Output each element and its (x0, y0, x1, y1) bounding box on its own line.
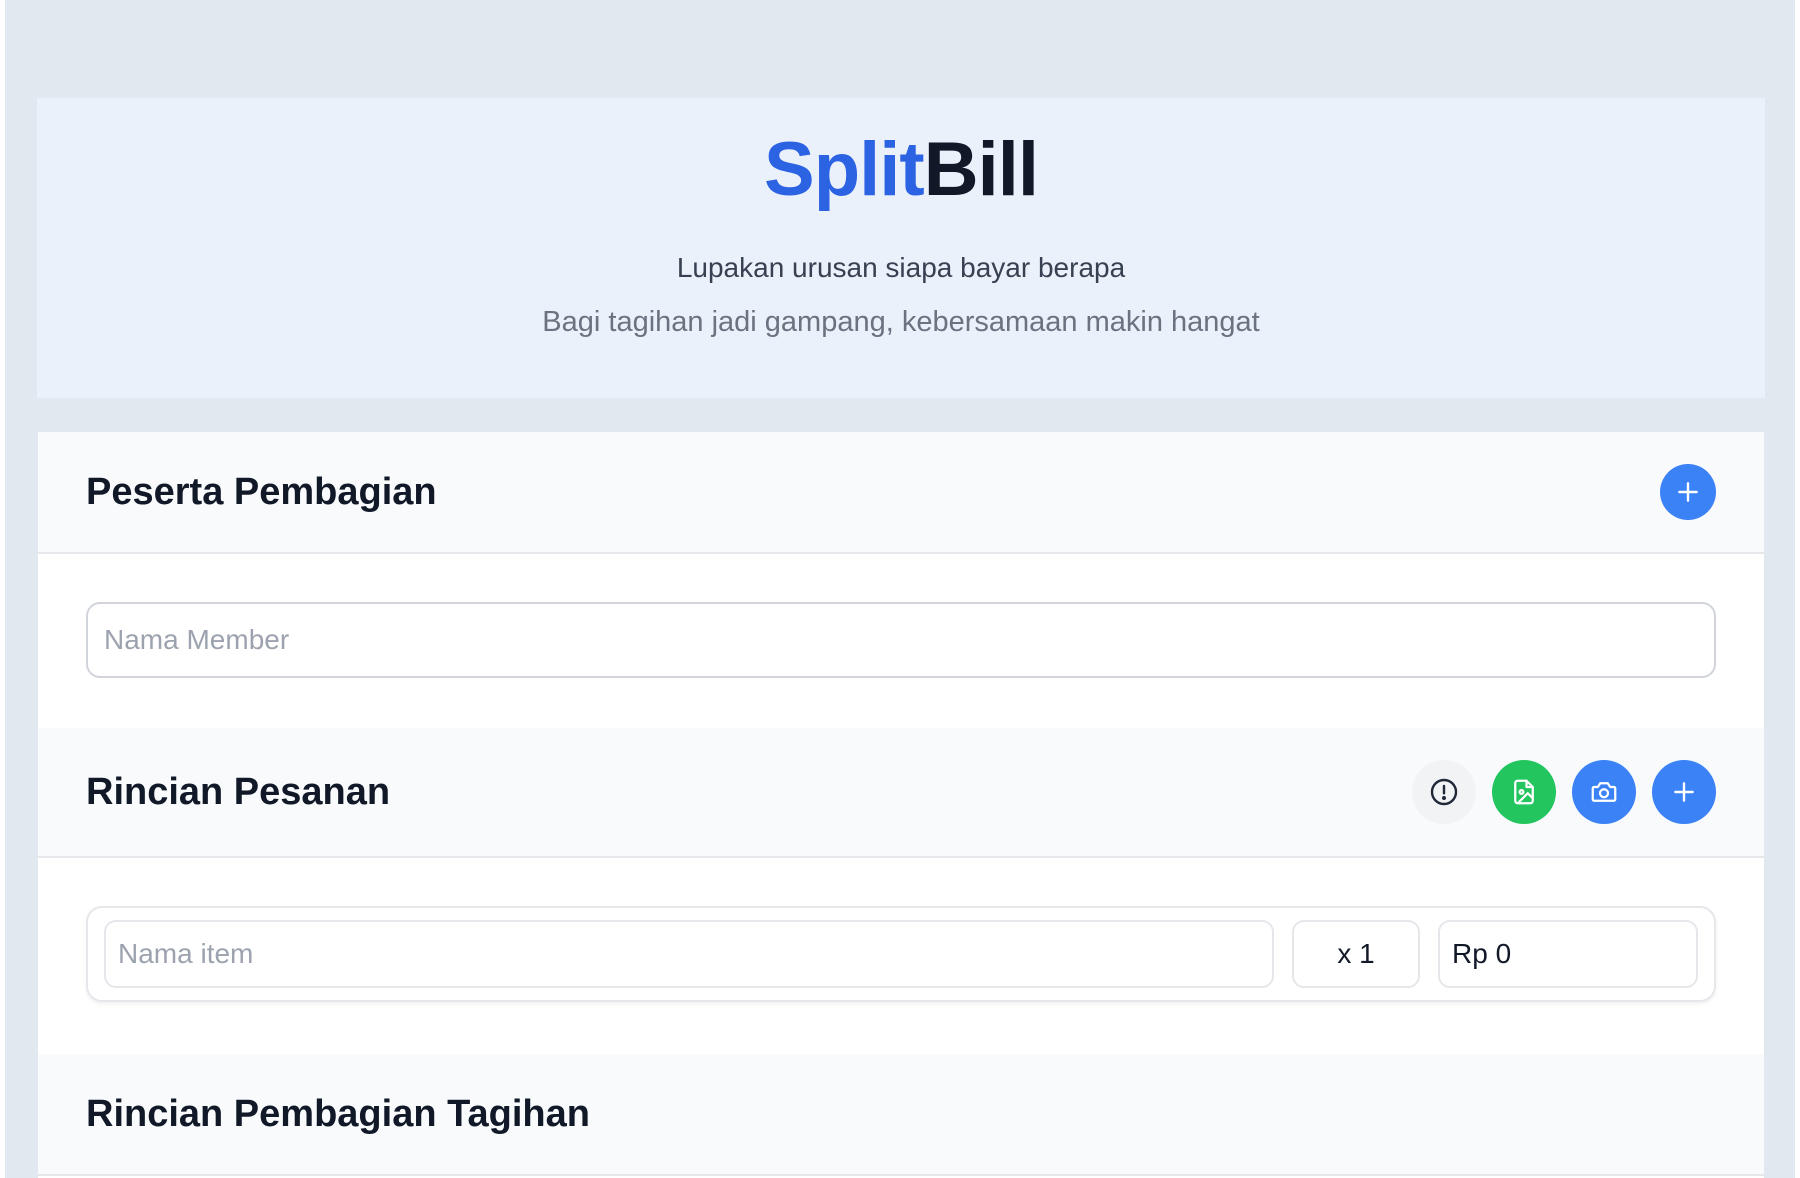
brand-bill: Bill (923, 127, 1039, 212)
participants-title: Peserta Pembagian (86, 470, 437, 513)
plus-icon (1674, 782, 1694, 802)
alert-circle-icon (1430, 778, 1458, 806)
item-name-input[interactable] (104, 920, 1274, 988)
orders-body (38, 858, 1764, 1054)
info-button[interactable] (1412, 760, 1476, 824)
tagline: Lupakan urusan siapa bayar berapa (676, 251, 1126, 283)
brand-split: Split (764, 127, 925, 212)
participants-body (38, 554, 1764, 728)
plus-icon (1678, 482, 1698, 502)
page-background: SplitBill Lupakan urusan siapa bayar ber… (5, 0, 1795, 1178)
breakdown-header: Rincian Pembagian Tagihan (38, 1054, 1764, 1176)
item-price-input[interactable] (1438, 920, 1698, 988)
scan-receipt-button[interactable] (1572, 760, 1636, 824)
member-name-input[interactable] (86, 602, 1716, 678)
orders-actions (1412, 760, 1716, 824)
item-quantity-input[interactable] (1292, 920, 1420, 988)
subtagline: Bagi tagihan jadi gampang, kebersamaan m… (542, 305, 1260, 338)
upload-receipt-button[interactable] (1492, 760, 1556, 824)
breakdown-title: Rincian Pembagian Tagihan (86, 1092, 590, 1135)
camera-icon (1591, 782, 1617, 802)
participants-header: Peserta Pembagian (38, 432, 1764, 554)
orders-header: Rincian Pesanan (38, 728, 1764, 858)
app-header: SplitBill Lupakan urusan siapa bayar ber… (37, 98, 1765, 398)
main-card: Peserta Pembagian Rincian Pesanan (38, 432, 1764, 1178)
add-member-button[interactable] (1660, 464, 1716, 520)
app-logo: SplitBill (37, 128, 1765, 212)
file-image-icon (1514, 779, 1534, 805)
orders-title: Rincian Pesanan (86, 770, 391, 813)
add-item-button[interactable] (1652, 760, 1716, 824)
order-item-row (86, 906, 1716, 1002)
